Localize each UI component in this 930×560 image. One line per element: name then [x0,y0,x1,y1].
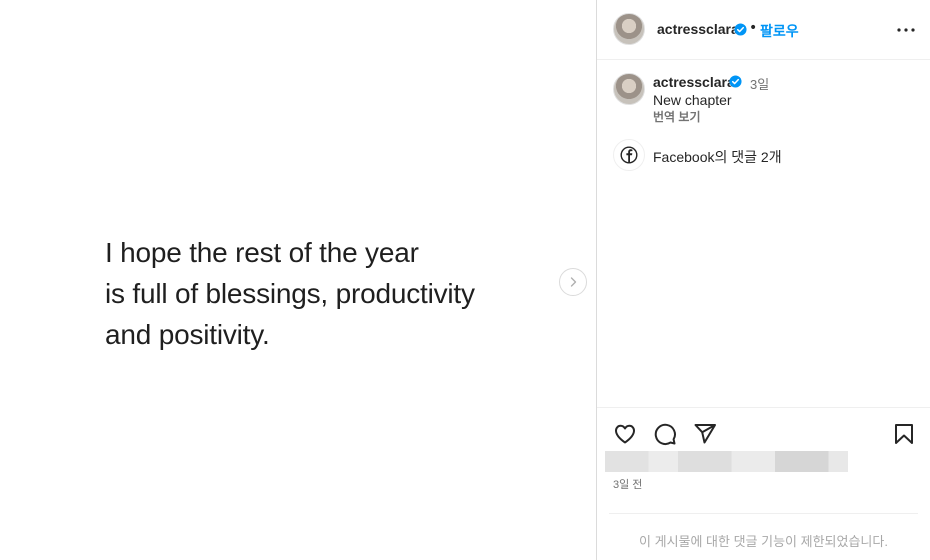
quote-line: I hope the rest of the year [105,237,419,268]
actions-divider [597,407,930,408]
save-button[interactable] [891,421,917,447]
next-media-button[interactable] [559,268,587,296]
post-dialog: I hope the rest of the year is full of b… [0,0,930,560]
share-button[interactable] [692,421,718,447]
facebook-comments-icon-wrap[interactable] [613,139,645,171]
caption-text: New chapter [653,92,732,108]
send-icon [694,424,716,444]
likes-summary-redacted [605,451,848,472]
post-date[interactable]: 3일 전 [613,476,642,492]
comment-icon [654,423,676,445]
like-button[interactable] [612,421,638,447]
caption-username[interactable]: actressclara [653,74,735,90]
chevron-right-icon [570,277,577,287]
post-side-panel: actressclara • 팔로우 actressclara 3일 New c… [597,0,930,560]
quote-text: I hope the rest of the year is full of b… [105,232,565,355]
footer-divider [609,513,918,514]
header-username[interactable]: actressclara [657,21,739,37]
comments-disabled-message: 이 게시물에 대한 댓글 기능이 제한되었습니다. [639,534,888,549]
post-media: I hope the rest of the year is full of b… [0,0,596,560]
verified-badge-icon [729,75,742,88]
quote-line: is full of blessings, productivity [105,278,475,309]
more-options-button[interactable] [894,18,918,42]
facebook-comments-link[interactable]: Facebook의 댓글 2개 [653,147,782,167]
avatar[interactable] [613,13,645,45]
comment-button[interactable] [652,421,678,447]
facebook-icon [620,146,638,164]
heart-icon [615,424,635,444]
caption-avatar[interactable] [613,73,645,105]
separator-dot: • [749,20,758,36]
follow-button[interactable]: 팔로우 [760,21,799,41]
post-header: actressclara • 팔로우 [597,0,930,60]
caption-time: 3일 [750,77,770,92]
quote-line: and positivity. [105,319,270,350]
more-horizontal-icon [897,28,915,32]
verified-badge-icon [734,23,747,36]
translate-link[interactable]: 번역 보기 [653,108,701,125]
bookmark-icon [895,424,913,444]
